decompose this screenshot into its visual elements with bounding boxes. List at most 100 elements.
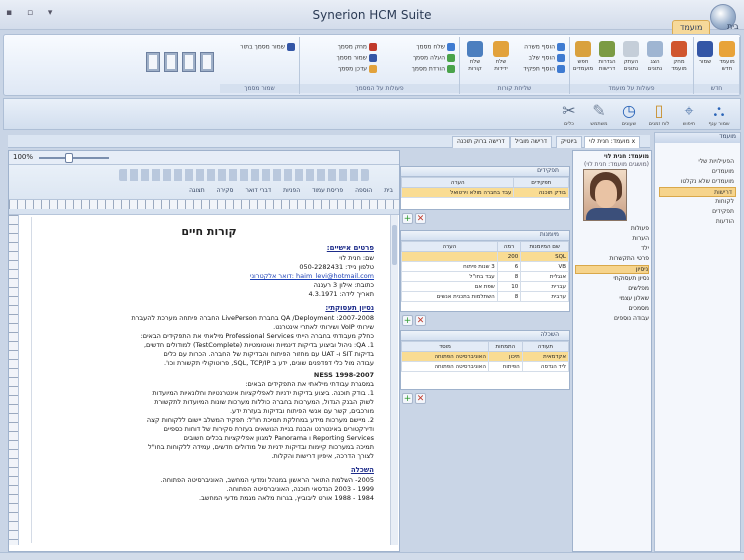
formatting-toolbar[interactable] — [119, 169, 369, 181]
add-position-button[interactable]: הוסף משרה — [524, 43, 565, 51]
requirements-settings-button[interactable]: הגדרות דרישות — [595, 41, 619, 73]
layout-icon[interactable] — [200, 52, 214, 72]
show-data-button[interactable]: הצג נתונים — [643, 41, 667, 73]
zoom-slider-track[interactable] — [39, 157, 109, 159]
save-button[interactable]: שמור — [693, 41, 717, 66]
copy-data-button[interactable]: העתק נתונים — [619, 41, 643, 73]
nav-item-rejected-candidates[interactable]: מועמדים שלא נקלטו — [655, 177, 740, 187]
clocks-button[interactable]: ◷ שעונים — [616, 101, 642, 127]
table-row[interactable]: אקדמאית תיכון האוניברסיטה הפתוחה — [401, 351, 570, 362]
document-scrollbar[interactable] — [390, 215, 398, 545]
ribbon-tab-home[interactable]: בית — [720, 20, 744, 34]
field-experience[interactable]: ניסיון — [575, 265, 649, 274]
word-menu-home[interactable]: בית — [384, 187, 393, 194]
tab-biotic[interactable]: ביוטיק — [556, 136, 582, 148]
tab-candidate-hanit-levi[interactable]: מועמד: חנית לוי x — [584, 136, 641, 148]
column-header[interactable]: הערה — [400, 177, 515, 188]
column-header[interactable]: הערה — [401, 241, 498, 252]
ribbon: שמור מועמד חדש חדש חפש מועמדים הגדרות דר… — [3, 34, 741, 96]
column-header[interactable]: תעודה — [521, 341, 570, 352]
nav-item-candidates[interactable]: מועמדים — [655, 167, 740, 177]
ribbon-group-layout — [142, 37, 220, 94]
add-role-button[interactable]: הוסף תפקיד — [523, 65, 565, 73]
column-header[interactable]: תפקידים — [513, 177, 569, 188]
upload-document-button[interactable]: העלה מסמך — [413, 54, 455, 62]
send-document-button[interactable]: שלח מסמך — [416, 43, 455, 51]
download-document-button[interactable]: הורדת מסמך — [412, 65, 455, 73]
save-document-as-button[interactable]: שמור מסמך בתור — [240, 43, 295, 51]
word-menu-insert[interactable]: הוספה — [355, 187, 372, 194]
education-grid: השכלה תעודה התמחות מוסד אקדמאית תיכון האונ… — [400, 330, 570, 390]
field-work-experience[interactable]: נסיון תעסוקתי — [575, 275, 649, 282]
column-header[interactable]: רמה — [496, 241, 522, 252]
field-interviews[interactable]: מפלשים — [575, 285, 649, 292]
field-questionnaire[interactable]: שאלון עצמי — [575, 295, 649, 302]
word-menu-mailings[interactable]: דברי דואר — [245, 187, 271, 194]
delete-icon[interactable]: ✕ — [415, 213, 426, 224]
cv-page[interactable]: קורות חיים פרטים אישיים: שם: חנית לוי טל… — [31, 217, 386, 543]
column-header[interactable]: מוסד — [401, 341, 489, 352]
tree-button[interactable]: ⛬ שמור ענף — [706, 101, 732, 127]
zoom-slider-knob[interactable] — [65, 153, 73, 163]
tab-requirement-software-tester[interactable]: דרישה ברוק תוכנה — [452, 136, 510, 148]
save-document-button[interactable]: שמור מסמך — [336, 54, 377, 62]
skills-grid: מיומנות שם המיומנות רמה הערה SQL 200 VB 6 3… — [400, 230, 570, 312]
word-menu-review[interactable]: סקירה — [217, 187, 234, 194]
layout-icon[interactable] — [182, 52, 196, 72]
table-row[interactable]: ערבית 8 השתלמות בתכנית אנשים — [401, 291, 569, 302]
send-friend-button[interactable]: שלח ידידות — [489, 41, 513, 73]
search-pin-button[interactable]: ⌖ חיפוש — [676, 101, 702, 127]
delete-icon[interactable]: ✕ — [415, 315, 426, 326]
field-notes[interactable]: הערות — [575, 235, 649, 242]
delete-document-button[interactable]: מחק מסמך — [338, 43, 377, 51]
table-row[interactable]: ליד הנדסה הפיתוח האוניברסיטה הפתוחה — [401, 361, 570, 372]
new-candidate-button[interactable]: מועמד חדש — [715, 41, 739, 73]
cv-line: עבודה מול כלי דפדפנים שונים, ידע ב SQL, … — [164, 359, 374, 367]
table-row[interactable]: VB 6 3 שנות פיתוח — [401, 261, 569, 272]
nav-item-my-activities[interactable]: הפעילויות שלי — [655, 157, 740, 167]
add-icon[interactable]: + — [402, 315, 413, 326]
layout-icon[interactable] — [146, 52, 160, 72]
table-row[interactable]: בודק תוכנה עבד בחברה מולא וירטואל — [400, 187, 569, 198]
nav-item-customers[interactable]: לקוחות — [655, 197, 740, 207]
scrollbar-thumb[interactable] — [392, 225, 397, 265]
vertical-ruler — [9, 215, 19, 545]
table-row[interactable]: עברית 10 שפת אם — [401, 281, 569, 292]
delete-candidate-button[interactable]: מחק מועמד — [667, 41, 691, 73]
field-documents[interactable]: מסמכים — [575, 305, 649, 312]
table-row[interactable]: SQL 200 — [401, 251, 569, 262]
nav-item-requirements[interactable]: דרישות — [659, 187, 736, 197]
table-row[interactable]: אנגלית 8 עבד בחו"ל — [401, 271, 569, 282]
table-cell: 8 — [496, 291, 522, 302]
add-stage-button[interactable]: הוסף שלב — [529, 54, 565, 62]
search-candidates-button[interactable]: חפש מועמדים — [571, 41, 595, 73]
user-button[interactable]: ✎ משתמש — [586, 101, 612, 127]
skills-grid-actions: + ✕ — [402, 315, 432, 327]
email-link[interactable]: haim_levi@hotmail.com :דואר אלקטרוני — [44, 272, 374, 281]
tools-button[interactable]: ✂ כלים — [556, 101, 582, 127]
table-cell: בודק תוכנה — [513, 187, 569, 198]
send-cv-button[interactable]: שלח קורות — [463, 41, 487, 73]
add-icon[interactable]: + — [402, 213, 413, 224]
field-child[interactable]: ילד — [575, 245, 649, 252]
column-header[interactable]: התמחות — [487, 341, 523, 352]
schedule-button[interactable]: ▯ לוח זמנים — [646, 101, 672, 127]
nav-item-messages[interactable]: הודעות — [655, 217, 740, 227]
ribbon-tab-candidate[interactable]: מועמד — [672, 20, 711, 34]
add-icon — [557, 65, 565, 73]
field-additional-work[interactable]: עבודה נוספים — [575, 315, 649, 322]
delete-icon[interactable]: ✕ — [415, 393, 426, 404]
tab-requirement-lead[interactable]: דרישה מוביל — [510, 136, 553, 148]
word-toolbar: בית הוספה פריסת עמוד הפניות דברי דואר סק… — [9, 165, 399, 215]
add-icon[interactable]: + — [402, 393, 413, 404]
word-menu-references[interactable]: הפניות — [283, 187, 300, 194]
update-document-button[interactable]: עדכן מסמך — [338, 65, 377, 73]
cv-line: ודירקטורים באינטרנט והבנת בניית הנושאים … — [163, 425, 374, 433]
nav-item-roles[interactable]: תפקידים — [655, 207, 740, 217]
layout-icon[interactable] — [164, 52, 178, 72]
field-actions[interactable]: פעולות — [575, 225, 649, 232]
word-menu-page-layout[interactable]: פריסת עמוד — [312, 187, 343, 194]
field-contact-details[interactable]: פרטי התקשרות — [575, 255, 649, 262]
column-header[interactable]: שם המיומנות — [520, 241, 569, 252]
word-menu-view[interactable]: תצוגה — [189, 187, 205, 194]
